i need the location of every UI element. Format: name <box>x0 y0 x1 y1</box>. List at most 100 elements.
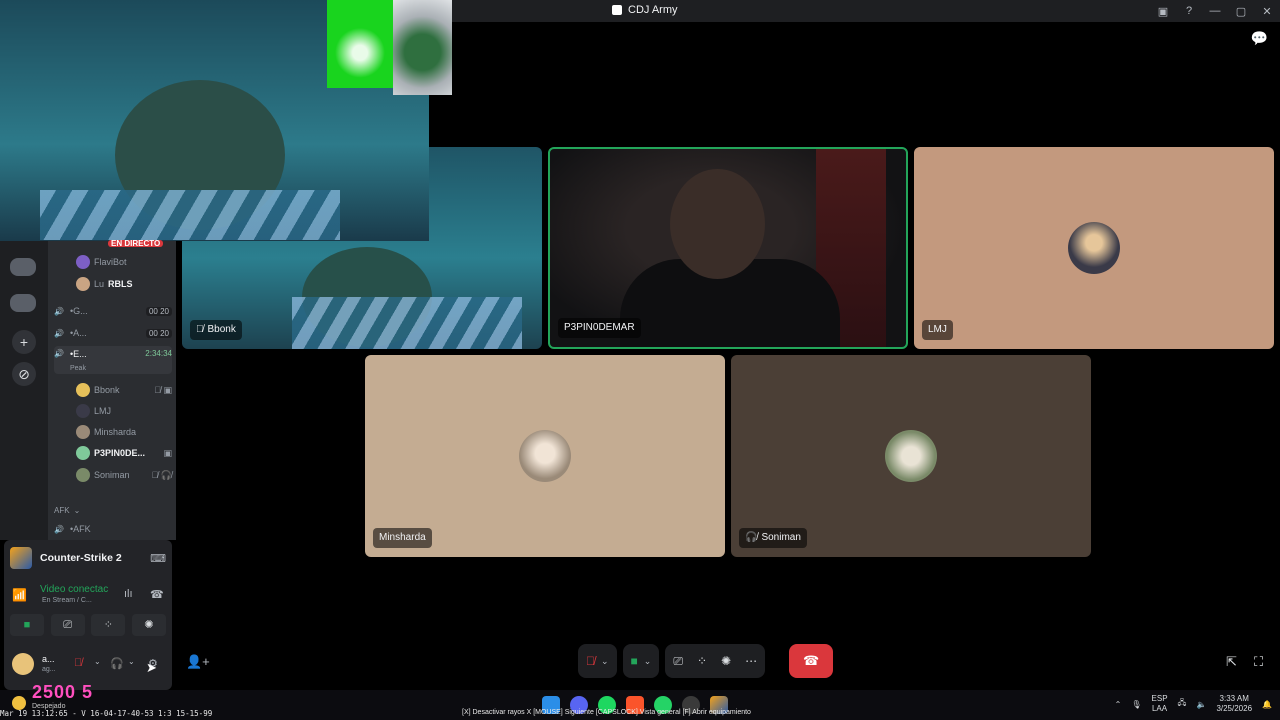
chevron-up-icon[interactable]: ⌃ <box>1115 700 1122 709</box>
camera-button[interactable]: ■ <box>10 614 44 636</box>
video-tile-minsharda[interactable]: Minsharda <box>365 355 725 557</box>
call-controls: 🎙̸ ⌄ ■ ⌄ ⎚ ⁘ ✺ ⋯ ☎ <box>578 644 834 678</box>
language-indicator[interactable]: ESP LAA <box>1152 694 1168 714</box>
server-icon[interactable] <box>10 258 36 276</box>
user-tag: ag... <box>42 666 56 673</box>
mic-control: 🎙̸ ⌄ <box>578 644 617 678</box>
headphones-icon[interactable]: 🎧 <box>110 657 124 670</box>
member-name: Lu <box>94 279 105 289</box>
channel-list: FlaviBot Lu RBLS 🔊 •G... 00 20 🔊 •A... 0… <box>48 240 176 540</box>
avatar <box>76 446 90 460</box>
voice-channel[interactable]: 🔊 •G... 00 20 <box>54 302 172 320</box>
member-row[interactable]: Minsharda <box>76 423 172 441</box>
video-tile-lmj[interactable]: LMJ <box>914 147 1274 349</box>
user-count: 00 <box>148 328 158 338</box>
call-actions: ⎚ ⁘ ✺ ⋯ <box>665 644 766 678</box>
debug-overlay-text: Mar 19 13:12:65 - V 16-04-17-40-53 1:3 1… <box>0 709 213 718</box>
member-name: LMJ <box>94 406 112 416</box>
server-icon[interactable] <box>10 294 36 312</box>
inbox-icon[interactable]: ▣ <box>1150 5 1176 18</box>
bot-avatar <box>76 277 90 291</box>
clock[interactable]: 3:33 AM 3/25/2026 <box>1216 694 1252 714</box>
soundboard-button[interactable]: ✺ <box>131 614 166 636</box>
weather-icon <box>12 696 26 710</box>
noise-suppression-icon[interactable]: ılı <box>124 588 133 600</box>
activities-icon[interactable]: ⁘ <box>697 654 707 668</box>
member-row[interactable]: LMJ <box>76 402 172 420</box>
signal-icon[interactable]: 📶 <box>12 588 27 602</box>
voice-actions: ■ ⎚ ⁘ ✺ <box>10 614 166 636</box>
popout-icon[interactable]: ⇱ <box>1226 654 1237 670</box>
member-row[interactable]: P3PIN0DE... ▣ <box>76 444 172 462</box>
mic-muted-icon: 🎙̸ ▣ <box>154 384 172 395</box>
activity-name: Counter-Strike 2 <box>40 552 122 564</box>
stream-overlay-image <box>393 0 452 95</box>
help-icon[interactable]: ? <box>1176 5 1202 17</box>
screen-share-icon[interactable]: ⎚ <box>673 654 683 669</box>
soundboard-icon[interactable]: ✺ <box>721 654 731 668</box>
category-header[interactable]: AFK ⌄ <box>54 501 172 519</box>
chat-icon[interactable]: 💬 <box>1251 30 1268 47</box>
window-title: CDJ Army <box>612 4 678 16</box>
volume-icon[interactable]: 🔈 <box>1196 700 1206 709</box>
invite-icon[interactable]: 👤+ <box>186 654 210 670</box>
user-count: 00 <box>148 306 158 316</box>
notification-icon[interactable]: 🔔 <box>1262 700 1272 709</box>
speaker-icon: 🔊 <box>54 306 64 316</box>
video-tile-soniman[interactable]: 🎧̸ Soniman <box>731 355 1091 557</box>
call-timer: 2:34:34 <box>145 349 172 358</box>
close-button[interactable]: ✕ <box>1254 5 1280 18</box>
channel-name: •AFK <box>70 524 91 534</box>
member-name: P3PIN0DE... <box>94 448 146 458</box>
user-count-badge: 00 20 <box>145 328 172 338</box>
chevron-down-icon[interactable]: ⌄ <box>94 657 101 666</box>
server-rail: + ⊘ <box>0 240 48 540</box>
avatar <box>1068 222 1120 274</box>
chevron-down-icon[interactable]: ⌄ <box>128 657 135 666</box>
voice-channel[interactable]: 🔊 •AFK <box>54 520 172 538</box>
video-tile-p3pin0demar[interactable]: P3PIN0DEMAR <box>548 147 908 349</box>
avatar <box>519 430 571 482</box>
avatar[interactable] <box>12 653 34 675</box>
voice-channel[interactable]: 🔊 •A... 00 20 <box>54 324 172 342</box>
live-badge: EN DIRECTO <box>108 240 164 247</box>
clock-time: 3:33 AM <box>1219 694 1249 703</box>
end-call-button[interactable]: ☎ <box>789 644 834 678</box>
chevron-down-icon[interactable]: ⌄ <box>644 656 652 667</box>
camera-icon[interactable]: ■ <box>631 654 638 668</box>
controller-icon[interactable]: ⌨ <box>150 552 166 565</box>
stream-overlay-green <box>327 0 393 88</box>
mic-muted-icon[interactable]: 🎙̸ <box>74 657 82 669</box>
game-icon <box>10 547 32 569</box>
maximize-button[interactable]: ▢ <box>1228 5 1254 18</box>
list-item[interactable]: FlaviBot <box>76 253 172 271</box>
mic-icon[interactable]: 🎙 <box>1131 700 1141 709</box>
more-icon[interactable]: ⋯ <box>745 654 757 668</box>
channel-name: •A... <box>70 328 87 338</box>
tile-name: LMJ <box>928 324 947 335</box>
activities-button[interactable]: ⁘ <box>91 614 126 636</box>
list-item[interactable]: Lu RBLS <box>76 275 172 293</box>
chevron-down-icon: ⌄ <box>73 505 81 515</box>
member-row[interactable]: Bbonk 🎙̸ ▣ <box>76 381 172 399</box>
user-name: a... <box>42 654 55 664</box>
minimize-button[interactable]: — <box>1202 5 1228 17</box>
member-name: Bbonk <box>94 385 120 395</box>
avatar <box>76 468 90 482</box>
fullscreen-icon[interactable]: ⛶ <box>1254 654 1263 670</box>
activity-row[interactable]: Counter-Strike 2 ⌨ <box>10 546 166 570</box>
mic-muted-icon[interactable]: 🎙̸ <box>586 654 595 668</box>
chevron-down-icon[interactable]: ⌄ <box>601 656 609 667</box>
disconnect-icon[interactable]: ☎ <box>150 588 164 601</box>
network-icon[interactable]: 🖧 <box>1178 697 1187 711</box>
screen-share-button[interactable]: ⎚ <box>50 614 85 636</box>
avatar <box>76 383 90 397</box>
discover-icon[interactable]: ⊘ <box>12 362 36 386</box>
channel-status-text: Peak <box>70 364 86 372</box>
channel-name: •E... <box>70 349 87 359</box>
category-name: AFK <box>54 505 70 515</box>
add-server-icon[interactable]: + <box>12 330 36 354</box>
user-limit: 20 <box>160 306 169 316</box>
member-row[interactable]: Soniman 🎙̸ 🎧̸ <box>76 466 172 484</box>
member-name: Minsharda <box>94 427 137 437</box>
